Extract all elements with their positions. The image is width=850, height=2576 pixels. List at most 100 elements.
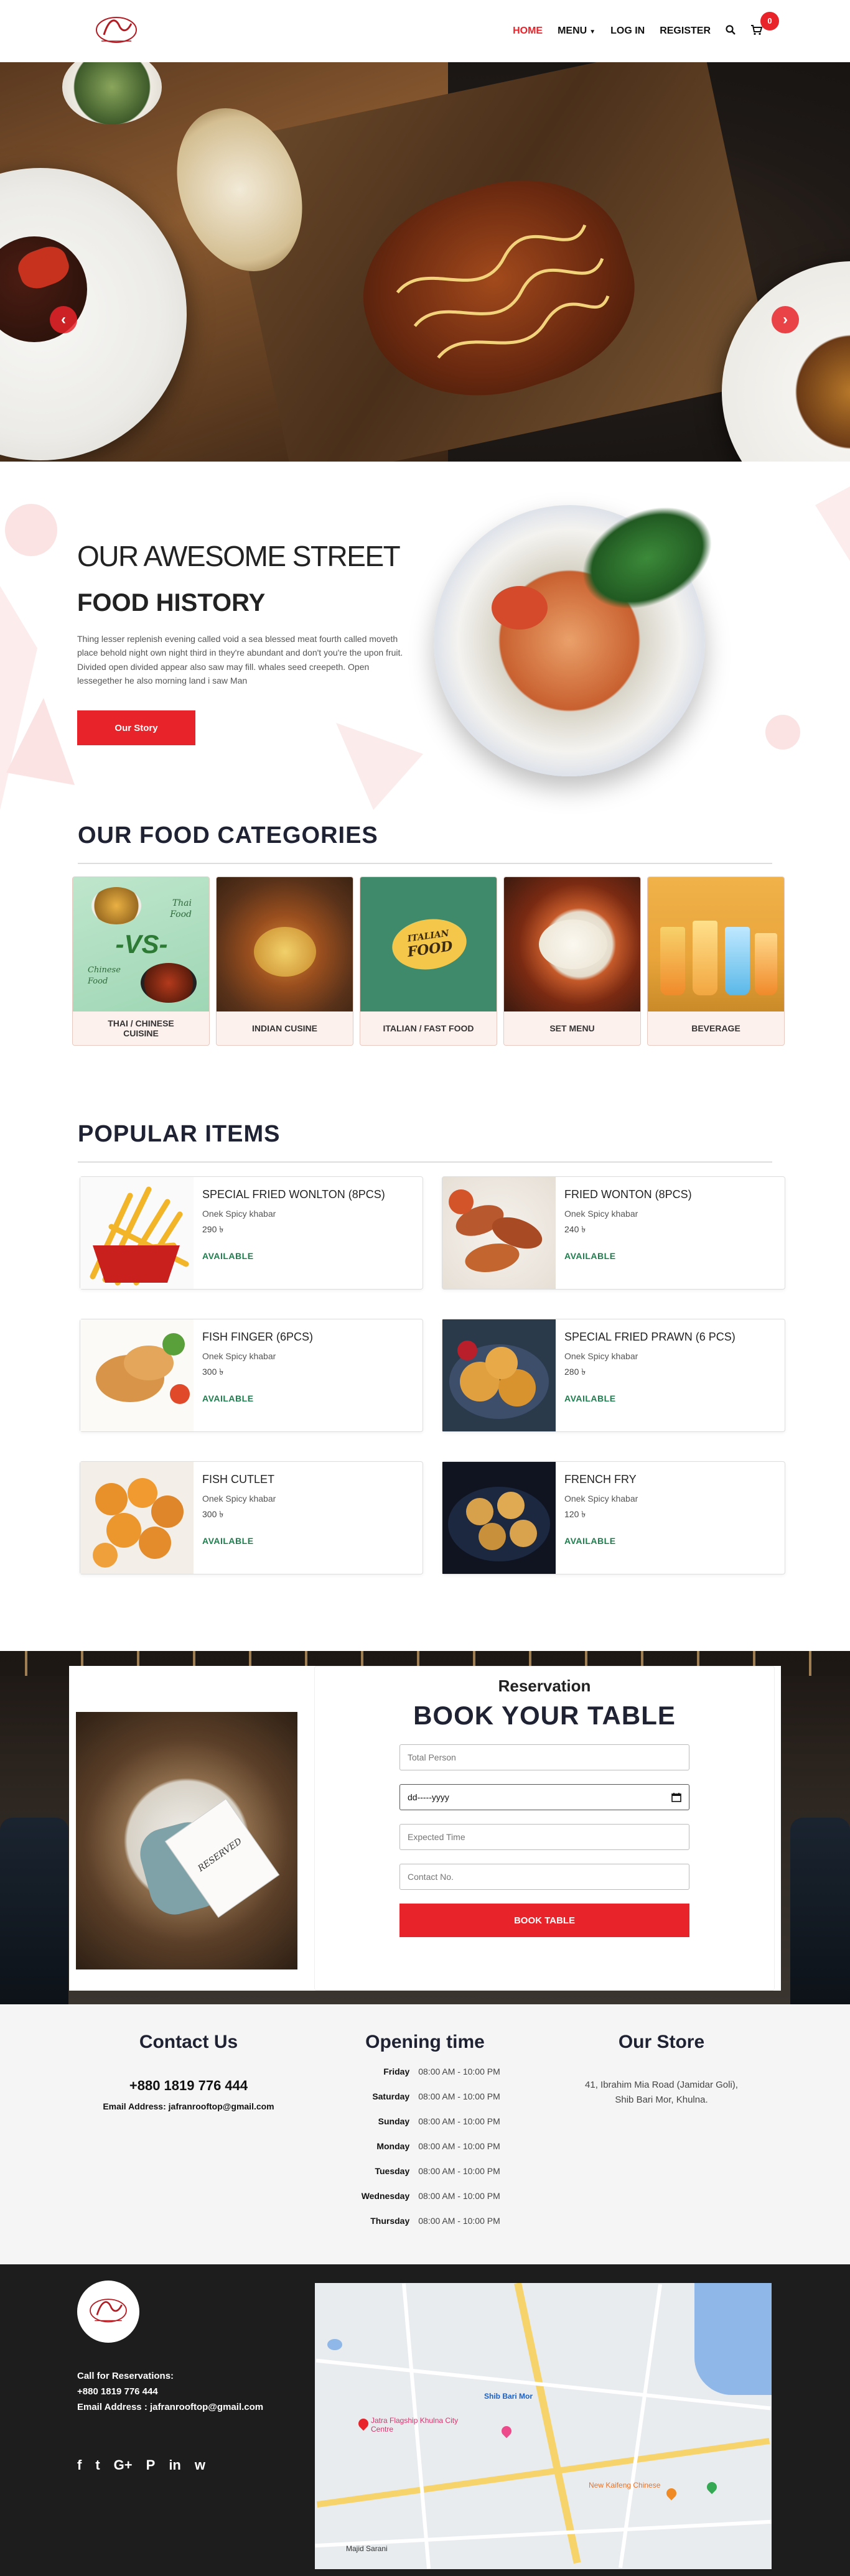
menu-item-status: AVAILABLE xyxy=(564,1393,616,1403)
search-icon[interactable] xyxy=(726,24,736,38)
menu-item-name: FISH CUTLET xyxy=(202,1473,275,1486)
category-card-beverage[interactable]: BEVERAGE xyxy=(647,876,785,1046)
category-label: ITALIAN / FAST FOOD xyxy=(383,1023,474,1033)
chevron-left-icon: ‹ xyxy=(61,311,66,328)
hours-row: Tuesday 08:00 AM - 10:00 PM xyxy=(350,2159,500,2183)
contact-us-title: Contact Us xyxy=(139,2032,238,2052)
footer-phone[interactable]: +880 1819 776 444 xyxy=(77,2384,263,2400)
map-label: New Kaifeng Chinese xyxy=(589,2481,661,2490)
google-plus-icon[interactable]: G+ xyxy=(114,2457,133,2473)
site-header: HOME MENU ▼ LOG IN REGISTER 0 xyxy=(0,0,850,62)
opening-time-column: Opening time Friday 08:00 AM - 10:00 PM S… xyxy=(311,2032,539,2233)
food-categories-section: OUR FOOD CATEGORIES Thai Food -VS- Chine… xyxy=(0,822,850,1121)
calendar-icon[interactable] xyxy=(671,1792,681,1802)
date-input[interactable]: dd-----yyyy xyxy=(399,1784,689,1810)
contact-phone[interactable]: +880 1819 776 444 xyxy=(75,2078,302,2094)
category-card-italian[interactable]: ITALIAN FOOD ITALIAN / FAST FOOD xyxy=(360,876,497,1046)
tomato-image xyxy=(492,586,548,630)
store-address-line: 41, Ibrahim Mia Road (Jamidar Goli), xyxy=(585,2080,738,2090)
info-section: Contact Us +880 1819 776 444 Email Addre… xyxy=(0,2004,850,2264)
map-pin-icon[interactable] xyxy=(704,2480,719,2495)
menu-item-card[interactable]: FISH FINGER (6PCS) Onek Spicy khabar 300… xyxy=(80,1319,423,1432)
our-story-button[interactable]: Our Story xyxy=(77,710,195,745)
hours-row: Wednesday 08:00 AM - 10:00 PM xyxy=(350,2183,500,2208)
category-card-set-menu[interactable]: SET MENU xyxy=(503,876,641,1046)
twitter-icon[interactable]: t xyxy=(95,2457,100,2473)
thai-dish-image xyxy=(91,887,141,924)
facebook-icon[interactable]: f xyxy=(77,2457,82,2473)
menu-item-card[interactable]: SPECIAL FRIED WONLTON (8PCS) Onek Spicy … xyxy=(80,1176,423,1290)
map-pin-icon[interactable] xyxy=(499,2424,514,2439)
reservation-form: Reservation BOOK YOUR TABLE dd-----yyyy … xyxy=(314,1666,775,1991)
map-road-major xyxy=(316,2437,770,2508)
category-card-indian[interactable]: INDIAN CUSINE xyxy=(216,876,353,1046)
store-address-line: Shib Bari Mor, Khulna. xyxy=(615,2095,708,2105)
menu-item-image xyxy=(442,1319,556,1431)
reservation-panel: RESERVED Reservation BOOK YOUR TABLE dd-… xyxy=(69,1666,781,1991)
chinese-dish-image xyxy=(141,963,197,1003)
footer-logo[interactable] xyxy=(77,2281,139,2343)
menu-item-card[interactable]: FISH CUTLET Onek Spicy khabar 300 ৳ AVAI… xyxy=(80,1461,423,1574)
menu-item-price: 120 ৳ xyxy=(564,1509,586,1519)
pinterest-icon[interactable]: P xyxy=(146,2457,156,2473)
book-table-button[interactable]: BOOK TABLE xyxy=(399,1904,689,1937)
footer-contact: Call for Reservations: +880 1819 776 444… xyxy=(77,2369,263,2415)
opening-time-title: Opening time xyxy=(365,2032,485,2052)
category-image-text: Food xyxy=(170,909,192,919)
nav-login[interactable]: LOG IN xyxy=(610,26,645,37)
menu-item-info: SPECIAL FRIED PRAWN (6 PCS) Onek Spicy k… xyxy=(556,1319,744,1431)
hours-day: Thursday xyxy=(370,2216,410,2226)
call-label: Call for Reservations: xyxy=(77,2371,174,2381)
menu-item-info: FISH FINGER (6PCS) Onek Spicy khabar 300… xyxy=(194,1319,322,1431)
menu-item-card[interactable]: FRENCH FRY Onek Spicy khabar 120 ৳ AVAIL… xyxy=(442,1461,785,1574)
map-pin-icon[interactable] xyxy=(356,2416,371,2431)
contact-no-input[interactable] xyxy=(399,1864,689,1890)
menu-item-name: FRENCH FRY xyxy=(564,1473,637,1486)
menu-item-price: 290 ৳ xyxy=(202,1224,224,1234)
whatsapp-icon[interactable]: w xyxy=(195,2457,205,2473)
menu-item-subtitle: Onek Spicy khabar xyxy=(564,1209,638,1219)
chair-image xyxy=(0,1818,68,2004)
cart-button[interactable]: 0 xyxy=(750,11,779,39)
chair-image xyxy=(790,1818,850,2004)
about-title-line2: FOOD HISTORY xyxy=(77,589,266,616)
menu-item-subtitle: Onek Spicy khabar xyxy=(202,1209,276,1219)
menu-item-info: FRIED WONTON (8PCS) Onek Spicy khabar 24… xyxy=(556,1177,701,1289)
menu-item-card[interactable]: SPECIAL FRIED PRAWN (6 PCS) Onek Spicy k… xyxy=(442,1319,785,1432)
map-label: Shib Bari Mor xyxy=(484,2392,533,2401)
category-card-thai-chinese[interactable]: Thai Food -VS- Chinese Food THAI / CHINE… xyxy=(72,876,210,1046)
categories-title: OUR FOOD CATEGORIES xyxy=(78,822,378,849)
expected-time-input[interactable] xyxy=(399,1824,689,1850)
hours-day: Sunday xyxy=(378,2116,410,2126)
contact-email[interactable]: Email Address: jafranrooftop@gmail.com xyxy=(75,2101,302,2111)
hours-time: 08:00 AM - 10:00 PM xyxy=(418,2091,500,2101)
store-map[interactable]: Shib Bari Mor Jatra Flagship Khulna City… xyxy=(315,2283,772,2569)
hours-row: Friday 08:00 AM - 10:00 PM xyxy=(350,2059,500,2084)
category-image-text: Food xyxy=(88,977,108,986)
nav-register[interactable]: REGISTER xyxy=(660,26,711,37)
footer-email[interactable]: Email Address : jafranrooftop@gmail.com xyxy=(77,2400,263,2416)
map-pin-icon[interactable] xyxy=(664,2486,679,2501)
menu-item-status: AVAILABLE xyxy=(202,1251,254,1261)
slider-prev-button[interactable]: ‹ xyxy=(50,306,77,333)
pond-area xyxy=(327,2339,342,2350)
category-image-text: Chinese xyxy=(88,965,121,975)
slider-next-button[interactable]: › xyxy=(772,306,799,333)
total-person-input[interactable] xyxy=(399,1744,689,1770)
our-store-title: Our Store xyxy=(618,2032,705,2052)
map-road-major xyxy=(514,2283,581,2564)
menu-item-card[interactable]: FRIED WONTON (8PCS) Onek Spicy khabar 24… xyxy=(442,1176,785,1290)
nav-menu[interactable]: MENU ▼ xyxy=(558,26,595,37)
about-text: OUR AWESOME STREET FOOD HISTORY Thing le… xyxy=(77,539,413,688)
category-image: Thai Food -VS- Chinese Food xyxy=(73,877,209,1011)
linkedin-icon[interactable]: in xyxy=(169,2457,181,2473)
menu-item-subtitle: Onek Spicy khabar xyxy=(202,1351,276,1361)
cart-count-badge: 0 xyxy=(760,11,779,30)
menu-item-name: FRIED WONTON (8PCS) xyxy=(564,1188,692,1201)
popular-title: POPULAR ITEMS xyxy=(78,1121,281,1147)
brand-logo[interactable] xyxy=(90,12,142,50)
nav-home[interactable]: HOME xyxy=(513,26,543,37)
popular-items-grid: SPECIAL FRIED WONLTON (8PCS) Onek Spicy … xyxy=(80,1176,850,1574)
menu-item-price: 240 ৳ xyxy=(564,1224,586,1234)
category-image xyxy=(504,877,640,1011)
